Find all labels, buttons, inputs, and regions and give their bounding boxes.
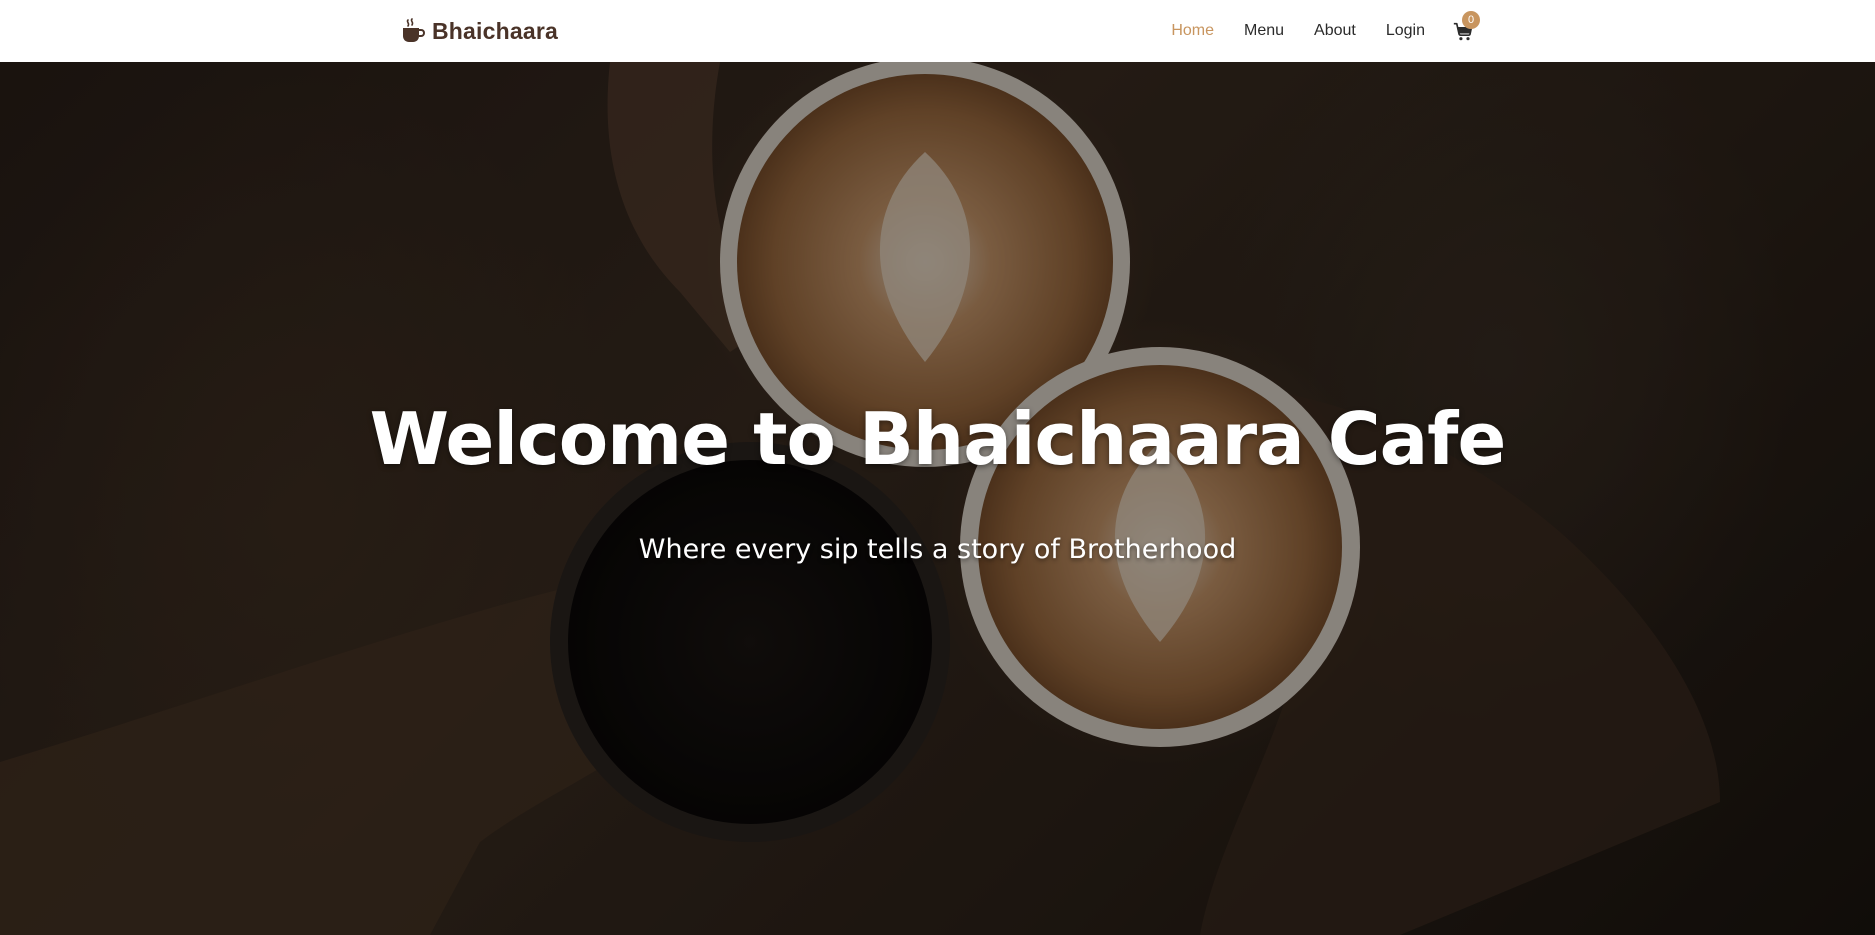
- hero-title: Welcome to Bhaichaara Cafe: [369, 397, 1507, 481]
- hero-subtitle: Where every sip tells a story of Brother…: [638, 534, 1237, 565]
- brand-name: Bhaichaara: [432, 17, 559, 44]
- navbar-container: Bhaichaara Home Menu About Login 0: [400, 0, 1480, 62]
- coffee-cup-icon: [403, 18, 426, 42]
- nav-link-login[interactable]: Login: [1386, 22, 1425, 40]
- brand-logo-link[interactable]: Bhaichaara: [400, 18, 558, 45]
- hero-content: Welcome to Bhaichaara Cafe Where every s…: [0, 62, 1875, 935]
- nav-links: Home Menu About Login 0: [1171, 0, 1480, 62]
- cart-count-badge: 0: [1462, 11, 1480, 29]
- navbar: Bhaichaara Home Menu About Login 0: [0, 0, 1875, 62]
- nav-link-menu[interactable]: Menu: [1244, 22, 1284, 40]
- nav-link-about[interactable]: About: [1314, 22, 1356, 40]
- nav-link-home[interactable]: Home: [1171, 22, 1214, 40]
- cart-button[interactable]: 0: [1453, 11, 1480, 42]
- hero-section: Welcome to Bhaichaara Cafe Where every s…: [0, 62, 1875, 935]
